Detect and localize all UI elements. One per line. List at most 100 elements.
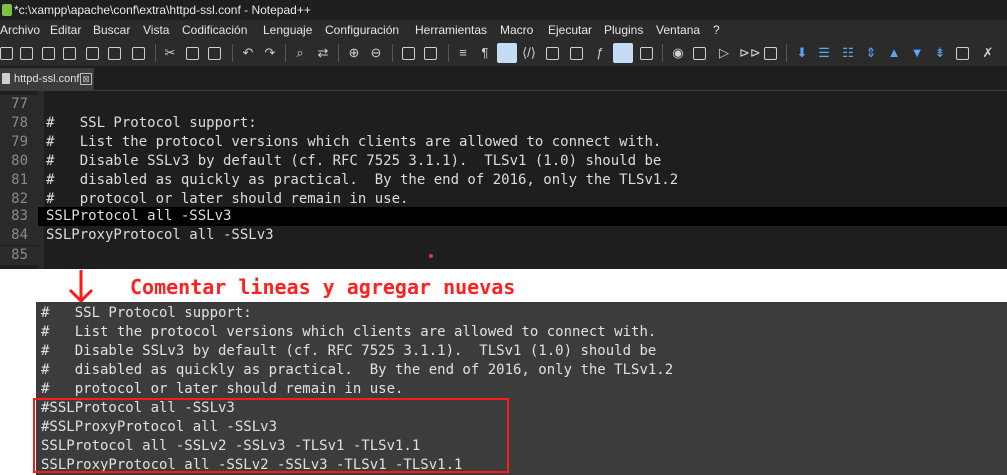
down-arrow-icon (68, 270, 94, 304)
editor-line[interactable]: 78 # SSL Protocol support: (0, 114, 1007, 133)
menu-plugins[interactable]: Plugins (604, 20, 643, 40)
zoom-in-icon[interactable]: ⊕ (346, 44, 362, 62)
highlight-box (33, 398, 509, 473)
replace-icon[interactable]: ⇄ (315, 44, 331, 62)
result-line: # disabled as quickly as practical. By t… (41, 362, 674, 378)
editor-line[interactable]: 84 SSLProxyProtocol all -SSLv3 (0, 226, 1007, 245)
menu-ejecutar[interactable]: Ejecutar (548, 20, 592, 40)
stop-icon[interactable] (693, 47, 706, 60)
open-icon[interactable] (20, 47, 33, 60)
result-line: # SSL Protocol support: (41, 305, 252, 321)
save-icon[interactable] (42, 47, 55, 60)
toolbar: ✂ ↶ ↷ ⌕ ⇄ ⊕ ⊖ ≡ ¶ ⟨/⟩ ƒ ◉ ▷ ⊳⊳ ⬇ ☰ ☷ ⇕ ▲… (0, 40, 1007, 66)
menu-archivo[interactable]: Archivo (0, 20, 40, 40)
menu-ventana[interactable]: Ventana (656, 20, 700, 40)
cut-icon[interactable]: ✂ (162, 44, 178, 62)
result-line: # Disable SSLv3 by default (cf. RFC 7525… (41, 343, 657, 359)
line-number: 83 (11, 208, 28, 224)
doc-map-icon[interactable] (546, 47, 559, 60)
sync-h-icon[interactable] (424, 47, 437, 60)
paste-icon[interactable] (208, 47, 221, 60)
line-text: # disabled as quickly as practical. By t… (46, 172, 679, 188)
close-all-icon[interactable] (108, 47, 121, 60)
print-icon[interactable] (132, 47, 145, 60)
menu-bar: Archivo Editar Buscar Vista Codificación… (0, 20, 1007, 40)
result-line: # List the protocol versions which clien… (41, 324, 657, 340)
list-blue-icon[interactable]: ☰ (816, 44, 832, 62)
menu-macro[interactable]: Macro (500, 20, 533, 40)
red-dot-marker (429, 254, 433, 258)
copy-icon[interactable] (186, 47, 199, 60)
line-number: 79 (11, 134, 28, 150)
toolbar-separator (786, 44, 787, 62)
editor-line[interactable]: 79 # List the protocol versions which cl… (0, 133, 1007, 152)
window-title: *c:\xampp\apache\conf\extra\httpd-ssl.co… (14, 3, 311, 17)
folder-workspace-icon[interactable] (613, 43, 633, 63)
menu-editar[interactable]: Editar (50, 20, 81, 40)
line-text: SSLProtocol all -SSLv3 (46, 208, 232, 224)
menu-herramientas[interactable]: Herramientas (415, 20, 487, 40)
redo-icon[interactable]: ↷ (262, 44, 278, 62)
play-icon[interactable]: ▷ (716, 44, 732, 62)
editor-line[interactable]: 77 (0, 95, 1007, 114)
editor-line-current[interactable]: 83 SSLProtocol all -SSLv3 (0, 207, 1007, 226)
find-icon[interactable]: ⌕ (292, 44, 308, 62)
down-icon[interactable]: ▼ (909, 44, 925, 62)
line-number: 81 (11, 172, 28, 188)
tab-httpd-ssl[interactable]: httpd-ssl.conf ⊠ (0, 68, 94, 90)
panel-icon[interactable] (956, 47, 969, 60)
show-all-icon[interactable]: ¶ (477, 44, 493, 62)
monitor-icon[interactable] (640, 47, 653, 60)
result-line: # protocol or later should remain in use… (41, 381, 404, 397)
title-bar: *c:\xampp\apache\conf\extra\httpd-ssl.co… (0, 0, 1007, 20)
list-red-icon[interactable]: ☷ (840, 44, 856, 62)
collapse-icon[interactable]: ⇕ (863, 44, 879, 62)
run-multiple-icon[interactable]: ⊳⊳ (739, 44, 761, 62)
menu-configuracion[interactable]: Configuración (325, 20, 399, 40)
annotation-text: Comentar lineas y agregar nuevas (130, 275, 516, 299)
save-all-icon[interactable] (63, 47, 76, 60)
line-text: # Disable SSLv3 by default (cf. RFC 7525… (46, 153, 662, 169)
bookmark-add-icon[interactable]: ⬇ (794, 44, 810, 62)
indent-guide-icon[interactable] (497, 43, 517, 63)
toolbar-separator (155, 44, 156, 62)
word-wrap-icon[interactable]: ≡ (455, 44, 471, 62)
editor[interactable]: 77 78 # SSL Protocol support: 79 # List … (0, 91, 1007, 269)
function-list-icon[interactable] (570, 47, 583, 60)
undo-icon[interactable]: ↶ (240, 44, 256, 62)
editor-line[interactable]: 81 # disabled as quickly as practical. B… (0, 171, 1007, 190)
new-icon[interactable] (0, 47, 13, 60)
udl-icon[interactable]: ⟨/⟩ (521, 44, 537, 62)
line-number: 84 (11, 227, 28, 243)
menu-buscar[interactable]: Buscar (93, 20, 130, 40)
zoom-out-icon[interactable]: ⊖ (368, 44, 384, 62)
up-icon[interactable]: ▲ (886, 44, 902, 62)
line-text: # List the protocol versions which clien… (46, 134, 662, 150)
toolbar-separator (662, 44, 663, 62)
menu-help[interactable]: ? (713, 20, 720, 40)
menu-codificacion[interactable]: Codificación (182, 20, 247, 40)
toolbar-separator (392, 44, 393, 62)
toolbar-separator (232, 44, 233, 62)
record-icon[interactable]: ◉ (670, 44, 686, 62)
menu-lenguaje[interactable]: Lenguaje (263, 20, 312, 40)
menu-vista[interactable]: Vista (143, 20, 169, 40)
file-icon (2, 73, 10, 84)
toolbar-separator (338, 44, 339, 62)
close-icon[interactable] (86, 47, 99, 60)
fx-icon[interactable]: ƒ (592, 44, 608, 62)
sync-v-icon[interactable] (402, 47, 415, 60)
editor-line[interactable]: 80 # Disable SSLv3 by default (cf. RFC 7… (0, 152, 1007, 171)
tab-label: httpd-ssl.conf (14, 73, 80, 85)
spellcheck-icon[interactable]: ✗ (980, 44, 996, 62)
line-number: 77 (11, 96, 28, 112)
expand-icon[interactable]: ⇟ (932, 44, 948, 62)
tab-bar: httpd-ssl.conf ⊠ (0, 66, 1007, 91)
toolbar-separator (448, 44, 449, 62)
line-number: 85 (11, 247, 28, 263)
save-macro-icon[interactable] (764, 47, 777, 60)
line-text: SSLProxyProtocol all -SSLv3 (46, 227, 274, 243)
notepad-plus-plus-icon (2, 4, 12, 16)
close-tab-icon[interactable]: ⊠ (80, 73, 92, 85)
editor-line[interactable]: 85 (0, 246, 1007, 265)
